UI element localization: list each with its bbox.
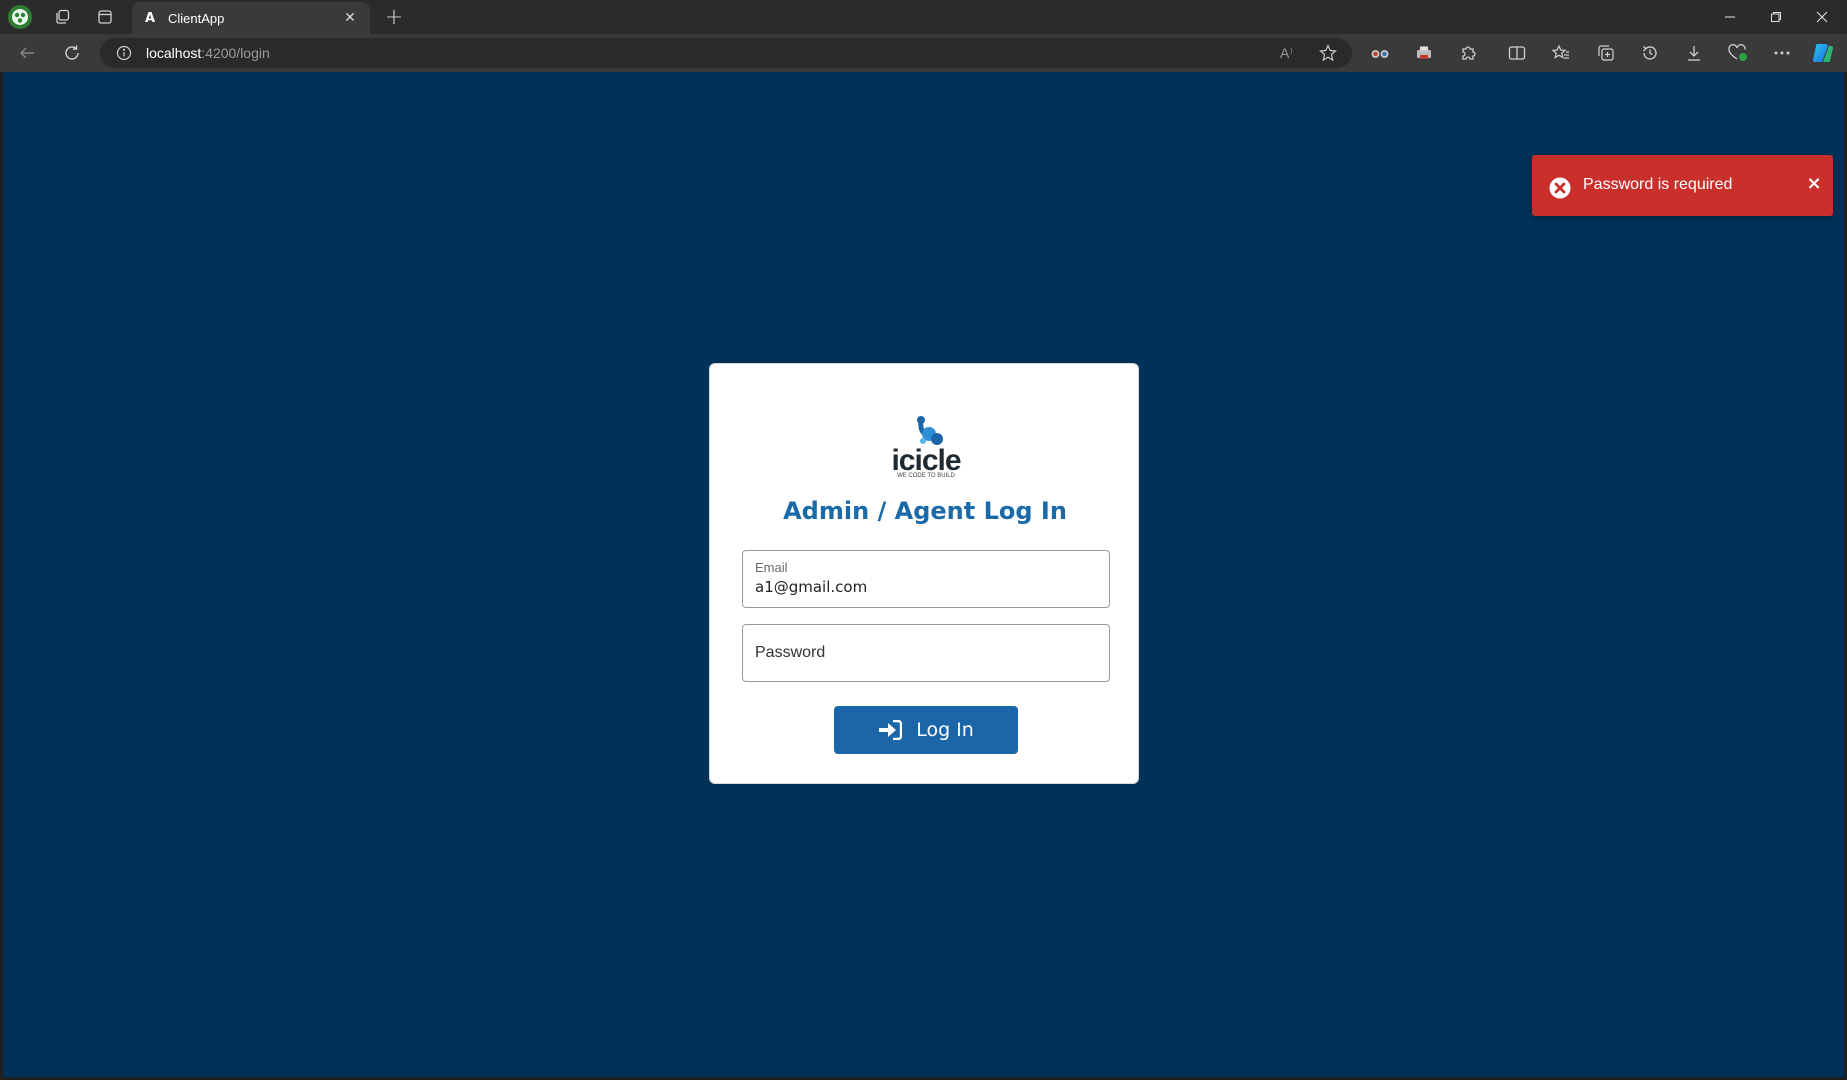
page-viewport: icicle WE CODE TO BUILD Admin / Agent Lo… xyxy=(3,72,1844,1077)
email-label: Email xyxy=(755,560,788,575)
error-toast[interactable]: Password is required × xyxy=(1532,155,1833,216)
back-arrow-icon[interactable] xyxy=(12,39,42,67)
login-button-label: Log In xyxy=(916,719,974,741)
info-icon[interactable] xyxy=(106,45,142,61)
extension-glasses-icon[interactable] xyxy=(1365,39,1395,67)
sign-in-icon xyxy=(879,720,903,740)
icicle-logo: icicle WE CODE TO BUILD xyxy=(890,414,962,482)
refresh-icon[interactable] xyxy=(57,39,87,67)
read-aloud-icon[interactable]: A) xyxy=(1274,40,1302,66)
login-card: icicle WE CODE TO BUILD Admin / Agent Lo… xyxy=(709,363,1139,784)
tab-title: ClientApp xyxy=(168,10,225,26)
url-host: localhost xyxy=(146,45,202,61)
url-path: :4200/login xyxy=(201,45,270,61)
password-field[interactable]: Password xyxy=(742,624,1110,682)
svg-text:): ) xyxy=(1290,48,1292,55)
tab-actions-icon[interactable] xyxy=(88,4,122,30)
star-icon[interactable] xyxy=(1314,40,1342,66)
password-placeholder: Password xyxy=(755,644,826,661)
email-field[interactable]: Email xyxy=(742,550,1110,608)
extensions-puzzle-icon[interactable] xyxy=(1453,39,1483,67)
extension-printer-icon[interactable] xyxy=(1409,39,1439,67)
browser-tabstrip: A ClientApp ✕ + xyxy=(0,0,1847,34)
browser-essentials-icon[interactable] xyxy=(1723,39,1753,67)
close-window-button[interactable] xyxy=(1799,0,1845,34)
favorites-icon[interactable] xyxy=(1546,39,1576,67)
tab-close-icon[interactable]: ✕ xyxy=(340,10,360,26)
address-bar[interactable]: localhost:4200/login A) xyxy=(100,38,1352,68)
error-icon xyxy=(1549,177,1571,199)
restore-button[interactable] xyxy=(1753,0,1799,34)
minimize-button[interactable] xyxy=(1707,0,1753,34)
workspaces-icon[interactable] xyxy=(45,4,79,30)
login-button[interactable]: Log In xyxy=(834,706,1018,754)
toast-close-icon[interactable]: × xyxy=(1799,169,1829,199)
toast-message: Password is required xyxy=(1583,175,1733,193)
more-menu-icon[interactable] xyxy=(1767,39,1797,67)
url-text[interactable]: localhost:4200/login xyxy=(146,45,270,61)
copilot-icon[interactable] xyxy=(1808,39,1838,67)
split-screen-icon[interactable] xyxy=(1502,39,1532,67)
tab-clientapp[interactable]: A ClientApp ✕ xyxy=(132,2,370,34)
history-icon[interactable] xyxy=(1635,39,1665,67)
browser-toolbar: localhost:4200/login A) xyxy=(0,34,1847,72)
svg-text:A: A xyxy=(1280,45,1290,61)
email-input[interactable] xyxy=(755,578,1095,596)
collections-icon[interactable] xyxy=(1591,39,1621,67)
logo-tagline: WE CODE TO BUILD xyxy=(897,473,955,479)
angular-favicon-icon: A xyxy=(144,10,156,26)
page-title: Admin / Agent Log In xyxy=(783,497,1067,525)
downloads-icon[interactable] xyxy=(1679,39,1709,67)
new-tab-button[interactable]: + xyxy=(380,3,408,31)
profile-avatar-icon[interactable] xyxy=(8,5,32,29)
